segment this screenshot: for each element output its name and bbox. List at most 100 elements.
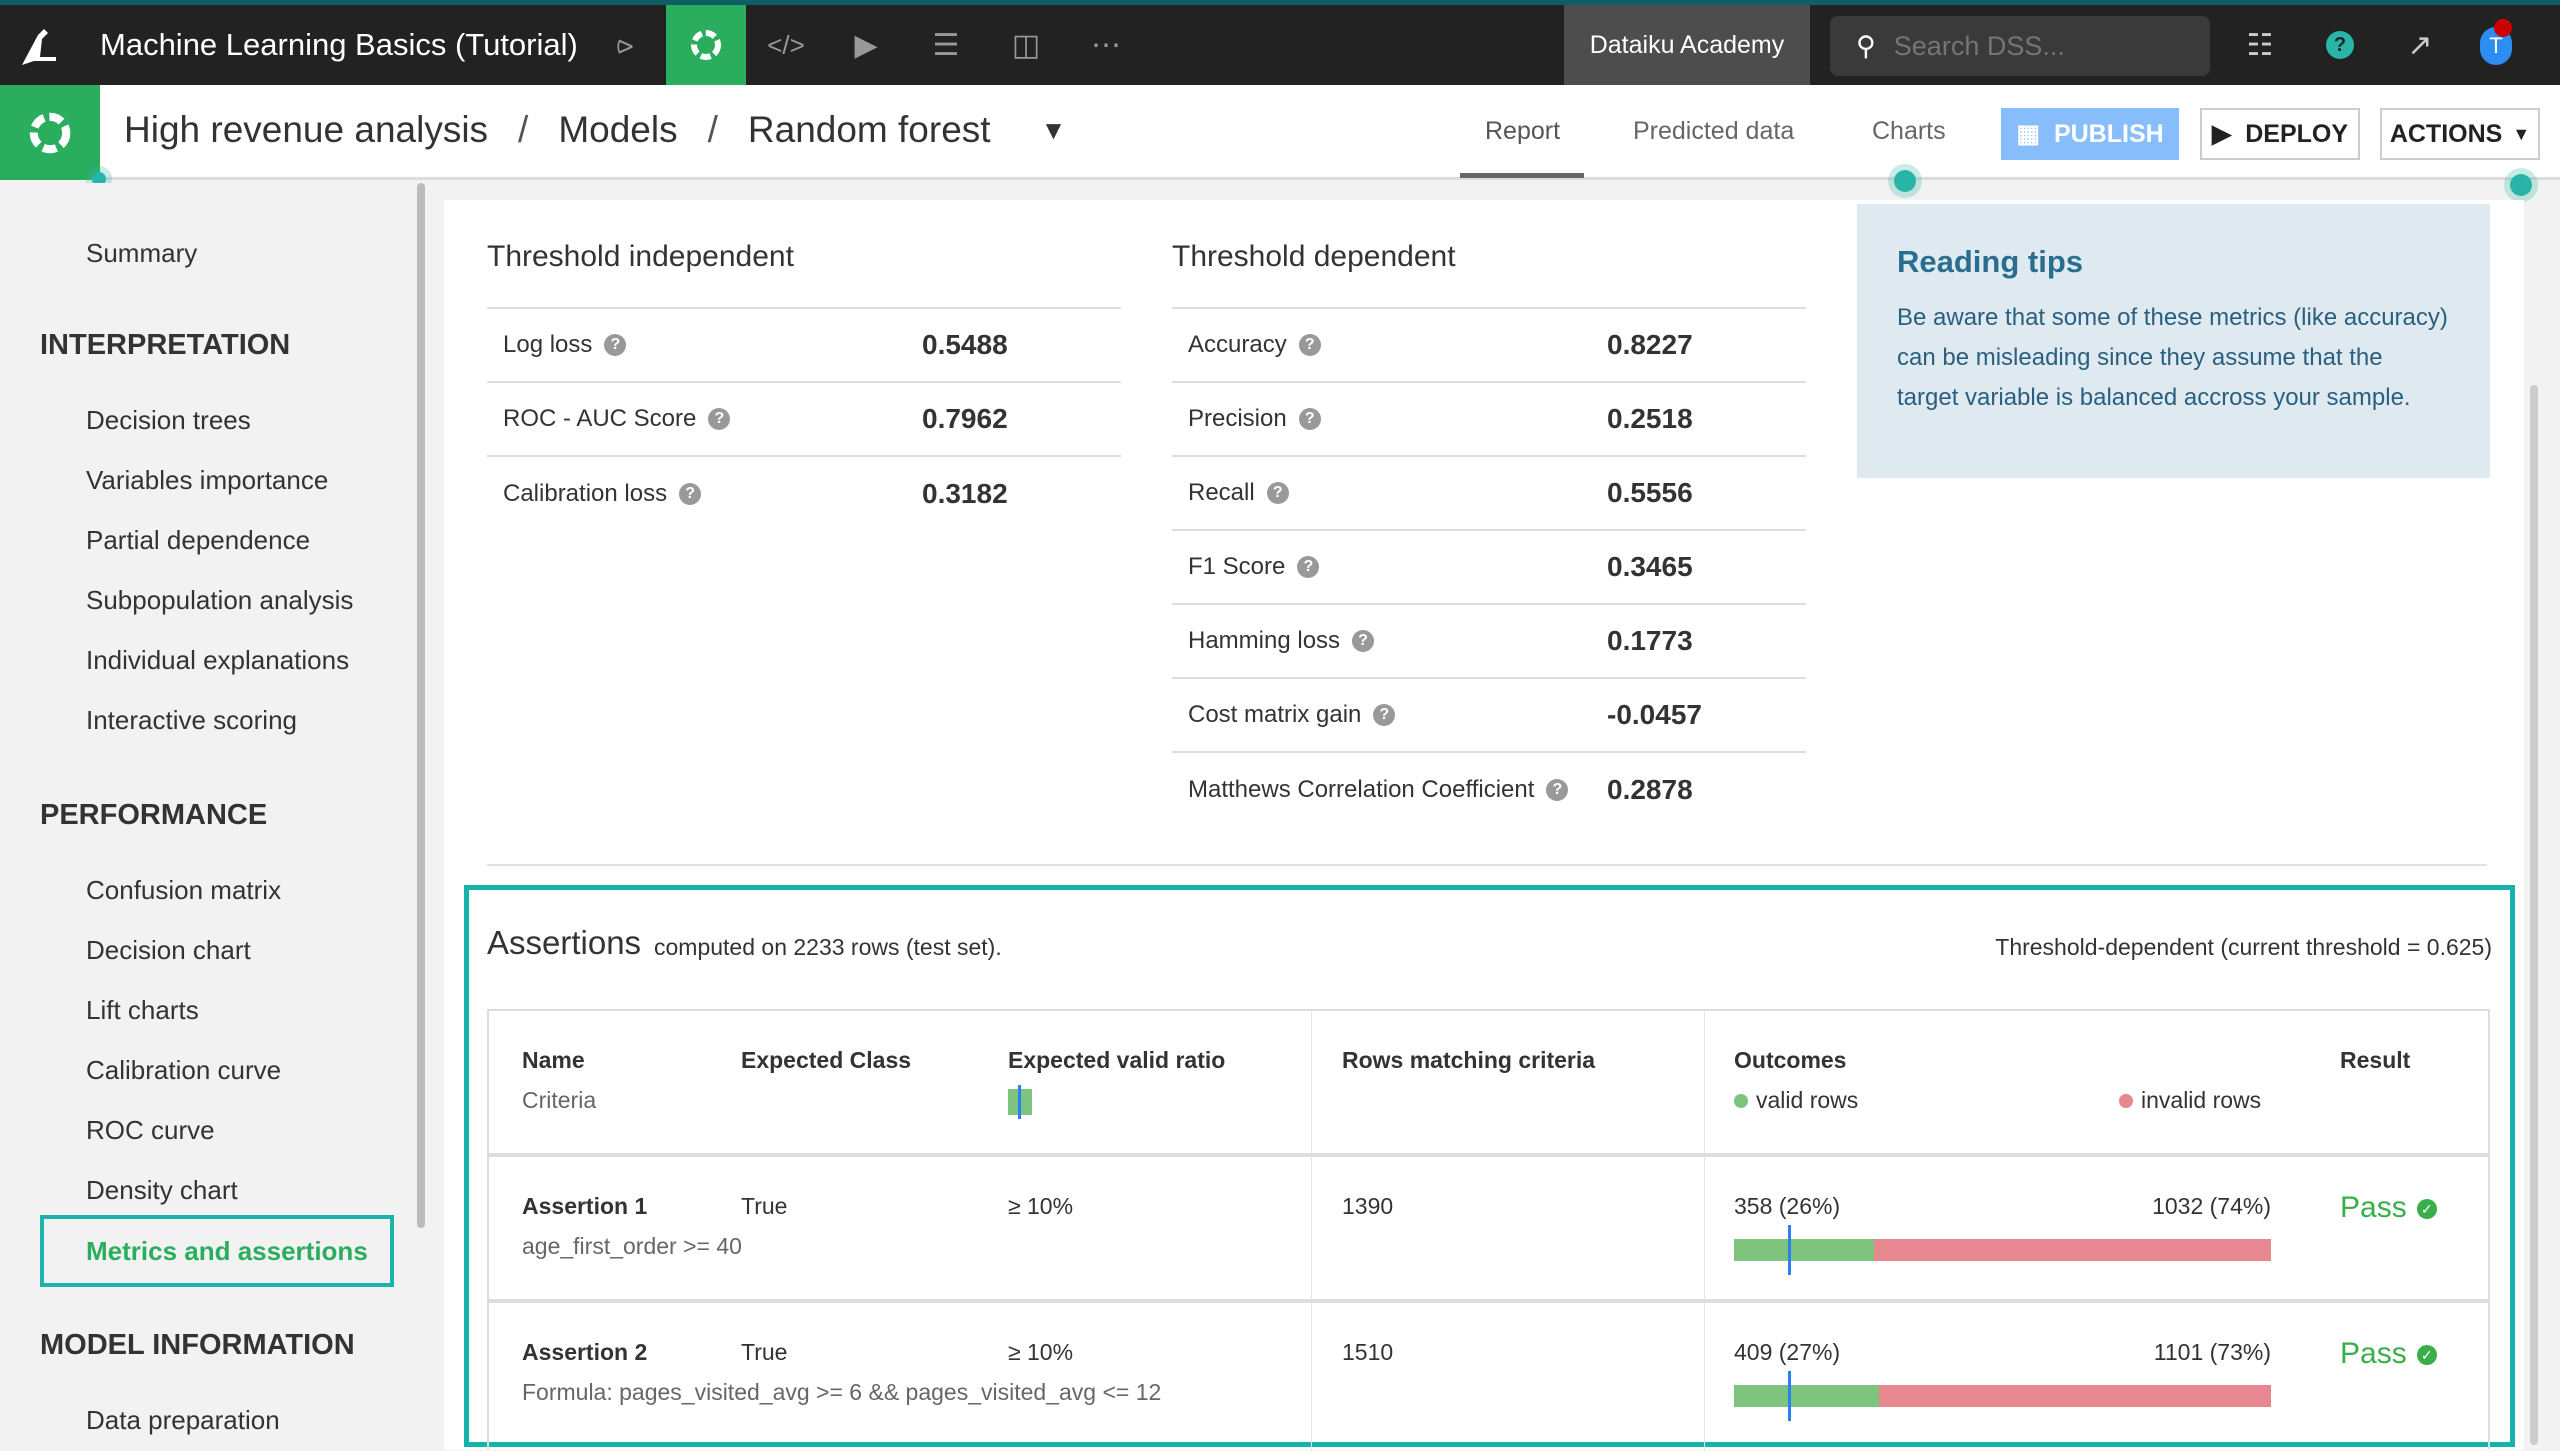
metric-row: Accuracy? 0.8227 <box>1172 309 1806 383</box>
help-icon[interactable]: ? <box>2300 5 2380 85</box>
result-label: Pass <box>2340 1337 2407 1370</box>
notification-dot <box>2494 19 2512 37</box>
deploy-button[interactable]: ▶ DEPLOY <box>2200 108 2360 160</box>
help-icon[interactable]: ? <box>1297 556 1320 578</box>
search-input[interactable] <box>1893 30 2194 62</box>
help-icon[interactable]: ? <box>1373 704 1396 726</box>
sidebar-item-calibration-curve[interactable]: Calibration curve <box>86 1055 281 1086</box>
metric-label: Hamming loss <box>1188 627 1341 654</box>
valid-count: 409 (27%) <box>1734 1339 1841 1365</box>
tab-report[interactable]: Report <box>1485 117 1560 146</box>
sidebar-item-lift-charts[interactable]: Lift charts <box>86 995 199 1026</box>
instance-name[interactable]: Dataiku Academy <box>1564 5 1810 85</box>
help-icon[interactable]: ? <box>1266 482 1289 504</box>
tutorial-beacon[interactable] <box>2510 174 2532 196</box>
sidebar-item-decision-chart[interactable]: Decision chart <box>86 935 251 966</box>
outcome-bar <box>1734 1371 2271 1421</box>
search-bar[interactable]: ⚲ <box>1830 16 2210 76</box>
active-tab-indicator <box>1460 173 1584 178</box>
expected-ratio: ≥ 10% <box>1008 1339 1074 1365</box>
breadcrumb-model[interactable]: Random forest <box>748 109 991 151</box>
publish-button[interactable]: ▦ PUBLISH <box>2001 108 2179 160</box>
assertions-subtitle: computed on 2233 rows (test set). <box>654 934 1002 960</box>
metric-label: Cost matrix gain <box>1188 701 1362 728</box>
ml-model-icon <box>0 85 100 180</box>
assertion-criteria: age_first_order >= 40 <box>522 1233 742 1259</box>
help-icon[interactable]: ? <box>1298 408 1321 430</box>
tab-predicted-data[interactable]: Predicted data <box>1633 117 1794 146</box>
help-icon[interactable]: ? <box>708 408 731 430</box>
help-icon[interactable]: ? <box>1352 630 1375 652</box>
actions-button[interactable]: ACTIONS ▼ <box>2380 108 2540 160</box>
ml-icon[interactable] <box>666 5 746 85</box>
main-scrollbar[interactable] <box>2530 385 2538 1445</box>
metric-value: 0.3465 <box>1607 551 1693 582</box>
model-dropdown-caret-icon[interactable]: ▼ <box>1041 115 1067 146</box>
sidebar-item-metrics-and-assertions[interactable]: Metrics and assertions <box>40 1215 394 1287</box>
assertions-table: Name Criteria Expected Class Expected va… <box>487 1009 2490 1451</box>
run-icon[interactable]: ▶ <box>826 5 906 85</box>
divider <box>487 864 2487 866</box>
publish-icon: ▦ <box>2016 120 2040 148</box>
metric-row: Recall? 0.5556 <box>1172 457 1806 531</box>
sidebar-item-data-preparation[interactable]: Data preparation <box>86 1405 280 1436</box>
metric-row: Matthews Correlation Coefficient? 0.2878 <box>1172 753 1806 827</box>
header-result: Result <box>2340 1047 2411 1073</box>
tab-charts[interactable]: Charts <box>1872 117 1946 146</box>
metric-label: Matthews Correlation Coefficient <box>1188 776 1535 803</box>
metric-value: 0.5556 <box>1607 477 1693 508</box>
assertion-name: Assertion 2 <box>522 1339 648 1365</box>
metrics-panel: Threshold independent Log loss? 0.5488 RO… <box>444 200 2524 1451</box>
metric-row: Calibration loss? 0.3182 <box>487 457 1121 531</box>
metric-label: Calibration loss <box>503 480 668 507</box>
metric-value: 0.5488 <box>922 329 1008 360</box>
sidebar-item-partial-dependence[interactable]: Partial dependence <box>86 525 310 556</box>
datasets-stack-icon[interactable]: ☰ <box>906 5 986 85</box>
top-navigation-bar: Machine Learning Basics (Tutorial) ⪧ </>… <box>0 5 2560 85</box>
code-icon[interactable]: </> <box>746 5 826 85</box>
valid-segment <box>1734 1239 1874 1261</box>
project-title[interactable]: Machine Learning Basics (Tutorial) <box>100 27 578 63</box>
sidebar-item-summary[interactable]: Summary <box>86 238 197 269</box>
metric-label: Recall <box>1188 479 1255 506</box>
apps-grid-icon[interactable]: ☷ <box>2220 5 2300 85</box>
flow-icon[interactable]: ⪧ <box>585 5 665 85</box>
threshold-dependent-table: Accuracy? 0.8227 Precision? 0.2518 Recall?… <box>1172 307 1806 827</box>
activity-trend-icon[interactable]: ↗ <box>2380 5 2460 85</box>
sidebar-item-density-chart[interactable]: Density chart <box>86 1175 238 1206</box>
breadcrumb-separator: / <box>518 109 529 150</box>
metric-label: Accuracy <box>1188 331 1287 358</box>
more-icon[interactable]: ⋯ <box>1066 5 1146 85</box>
sidebar-item-roc-curve[interactable]: ROC curve <box>86 1115 215 1146</box>
invalid-dot-icon <box>2119 1094 2133 1108</box>
result-label: Pass <box>2340 1191 2407 1224</box>
reading-tips-text: Be aware that some of these metrics (lik… <box>1897 304 2448 411</box>
sidebar-item-confusion-matrix[interactable]: Confusion matrix <box>86 875 281 906</box>
metric-value: 0.1773 <box>1607 625 1693 656</box>
help-icon[interactable]: ? <box>1298 334 1321 356</box>
sidebar-item-decision-trees[interactable]: Decision trees <box>86 405 251 436</box>
sidebar-item-subpopulation-analysis[interactable]: Subpopulation analysis <box>86 585 353 616</box>
metric-row: F1 Score? 0.3465 <box>1172 531 1806 605</box>
sidebar-section-interpretation: INTERPRETATION <box>40 329 291 361</box>
tutorial-beacon[interactable] <box>1894 170 1916 192</box>
dataiku-bird-logo[interactable] <box>20 25 60 67</box>
help-icon[interactable]: ? <box>1546 779 1569 801</box>
expected-ratio: ≥ 10% <box>1008 1193 1074 1219</box>
sidebar-item-variables-importance[interactable]: Variables importance <box>86 465 328 496</box>
legend-invalid-rows: invalid rows <box>2119 1087 2261 1114</box>
header-criteria: Criteria <box>522 1087 597 1113</box>
sidebar-item-interactive-scoring[interactable]: Interactive scoring <box>86 705 297 736</box>
metric-value: 0.7962 <box>922 403 1008 434</box>
assertion-name: Assertion 1 <box>522 1193 648 1219</box>
help-icon[interactable]: ? <box>604 334 627 356</box>
breadcrumb-models[interactable]: Models <box>558 109 677 151</box>
threshold-independent-table: Log loss? 0.5488 ROC - AUC Score? 0.7962 C… <box>487 307 1121 531</box>
help-icon[interactable]: ? <box>679 483 702 505</box>
breadcrumb-analysis[interactable]: High revenue analysis <box>124 109 488 151</box>
avatar[interactable]: T <box>2480 19 2512 65</box>
dashboard-icon[interactable]: ◫ <box>986 5 1066 85</box>
outcome-bar <box>1734 1225 2271 1275</box>
sidebar-item-individual-explanations[interactable]: Individual explanations <box>86 645 349 676</box>
sidebar-scrollbar[interactable] <box>417 183 425 1228</box>
